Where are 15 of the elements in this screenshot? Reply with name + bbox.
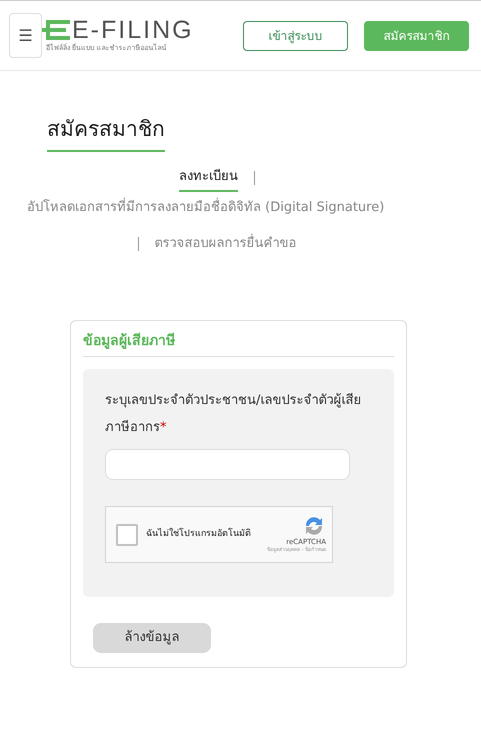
logo-icon [42,19,72,42]
logo-title: E-FILING [72,18,194,43]
page-title: สมัครสมาชิก [47,117,165,152]
section-title: ข้อมูลผู้เสียภาษี [83,331,394,358]
captcha-label: ฉันไม่ใช่โปรแกรมอัตโนมัติ [146,528,251,541]
field-label: ระบุเลขประจำตัวประชาชน/เลขประจำตัวผู้เสียภาษีอากร* [105,392,362,438]
tab[interactable]: อัปโหลดเอกสารที่มีการลงลายมือชื่อดิจิทัล (Digital Signature) [27,192,397,224]
input-field[interactable] [105,449,350,480]
tab[interactable]: ลงทะเบียน [179,164,238,192]
checkbox[interactable] [116,524,138,546]
menu-button[interactable]: ☰ [9,13,42,58]
register-button[interactable]: สมัครสมาชิก [364,20,469,50]
tab[interactable]: ตรวจสอบผลการยื่นคำขอ [154,224,296,264]
login-button[interactable]: เข้าสู่ระบบ [243,20,348,50]
clear-button[interactable]: ล้างข้อมูล [93,623,211,654]
